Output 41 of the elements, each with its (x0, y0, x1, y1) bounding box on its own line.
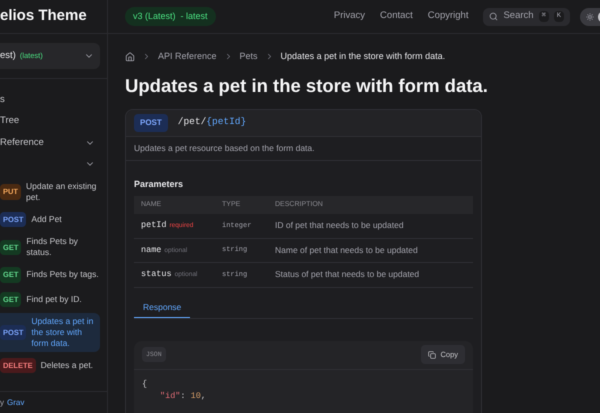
param-name: name (141, 244, 162, 257)
nav-link[interactable]: Copyright (428, 9, 468, 24)
breadcrumb-link[interactable]: API Reference (158, 50, 217, 64)
search-placeholder: Search (503, 9, 534, 24)
code-line: { (142, 378, 148, 390)
param-name: status (141, 268, 172, 282)
site-title[interactable]: elios Theme (0, 5, 87, 28)
footer-link[interactable]: Grav (7, 396, 24, 408)
chevron-icon (142, 52, 151, 62)
endpoint-label: Deletes a pet. (40, 360, 94, 371)
endpoint-path: /pet/{petId} (178, 115, 246, 130)
nav-link[interactable]: Contact (380, 9, 413, 24)
version-value: est) (0, 48, 16, 63)
breadcrumb-link[interactable]: Updates a pet in the store with form data. (280, 50, 446, 64)
endpoint-label: Finds Pets by status. (26, 236, 79, 258)
copy-icon (428, 350, 436, 358)
breadcrumb-link[interactable]: Pets (240, 50, 258, 64)
description-cell-text: Name of pet that needs to be updated (275, 244, 419, 257)
endpoint-label: Find pet by ID. (26, 294, 82, 305)
nav-link[interactable]: Privacy (334, 9, 366, 24)
home-icon[interactable] (125, 52, 135, 62)
param-name: petId (141, 219, 167, 232)
version-badge: v3 (Latest) - latest (125, 6, 216, 26)
page-title: Updates a pet in the store with form data. (125, 74, 488, 98)
footer-text: y (0, 396, 4, 408)
endpoint-description: Updates a pet resource based on the form data. (126, 136, 481, 160)
description-cell-text: ID of pet that needs to be updated (275, 219, 405, 232)
code-line: "id": 10, (159, 390, 207, 402)
endpoint-label: Finds Pets by tags. (26, 269, 99, 280)
section-heading: Parameters (134, 178, 184, 190)
search-icon (489, 12, 498, 21)
method-badge: POST (134, 114, 168, 132)
response-tab[interactable]: Response (134, 298, 190, 318)
description-cell-text: Status of pet that needs to be updated (275, 268, 420, 282)
endpoint-label: Update an existing pet. (26, 181, 98, 203)
nav-item[interactable]: Reference (0, 136, 44, 150)
nav-item[interactable]: Tree (0, 114, 20, 128)
sun-icon (586, 12, 594, 20)
endpoint-label: Updates a pet in the store with form data. (31, 316, 94, 349)
endpoint-label: Add Pet (31, 214, 62, 226)
nav-item[interactable]: s (0, 92, 5, 107)
